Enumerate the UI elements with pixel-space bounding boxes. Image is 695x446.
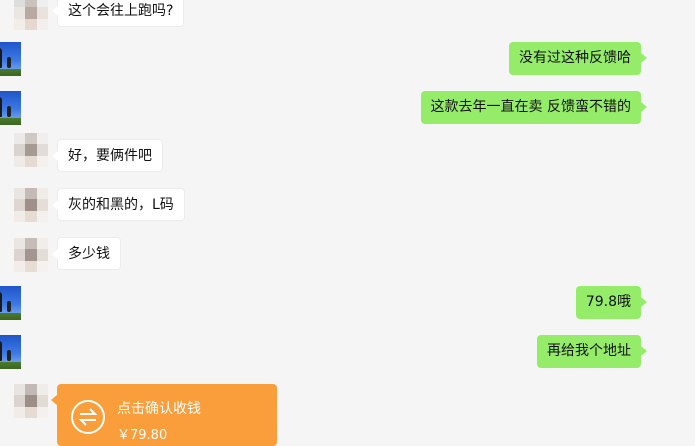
transfer-arrows-icon [71,400,105,434]
message-row: 再给我个地址 [0,0,695,369]
contact-avatar[interactable] [14,238,48,272]
self-avatar[interactable] [0,42,21,76]
contact-avatar[interactable] [14,133,48,167]
message-bubble[interactable]: 好，要俩件吧 [52,139,163,172]
contact-avatar[interactable] [14,188,48,222]
message-bubble[interactable]: 再给我个地址 [537,335,647,368]
self-avatar[interactable] [0,335,21,369]
message-bubble[interactable]: 多少钱 [52,237,121,270]
contact-avatar[interactable] [14,384,48,418]
self-avatar[interactable] [0,286,21,320]
message-bubble[interactable]: 这款去年一直在卖 反馈蛮不错的 [420,91,648,124]
transfer-amount: ￥79.80 [117,428,168,443]
message-bubble[interactable]: 没有过这种反馈哈 [509,42,647,75]
message-bubble[interactable]: 79.8哦 [575,286,648,319]
message-bubble[interactable]: 灰的和黑的，L码 [52,188,185,221]
transfer-card[interactable]: 点击确认收钱 ￥79.80 [51,384,277,446]
transfer-title: 点击确认收钱 [117,401,201,417]
self-avatar[interactable] [0,91,21,125]
